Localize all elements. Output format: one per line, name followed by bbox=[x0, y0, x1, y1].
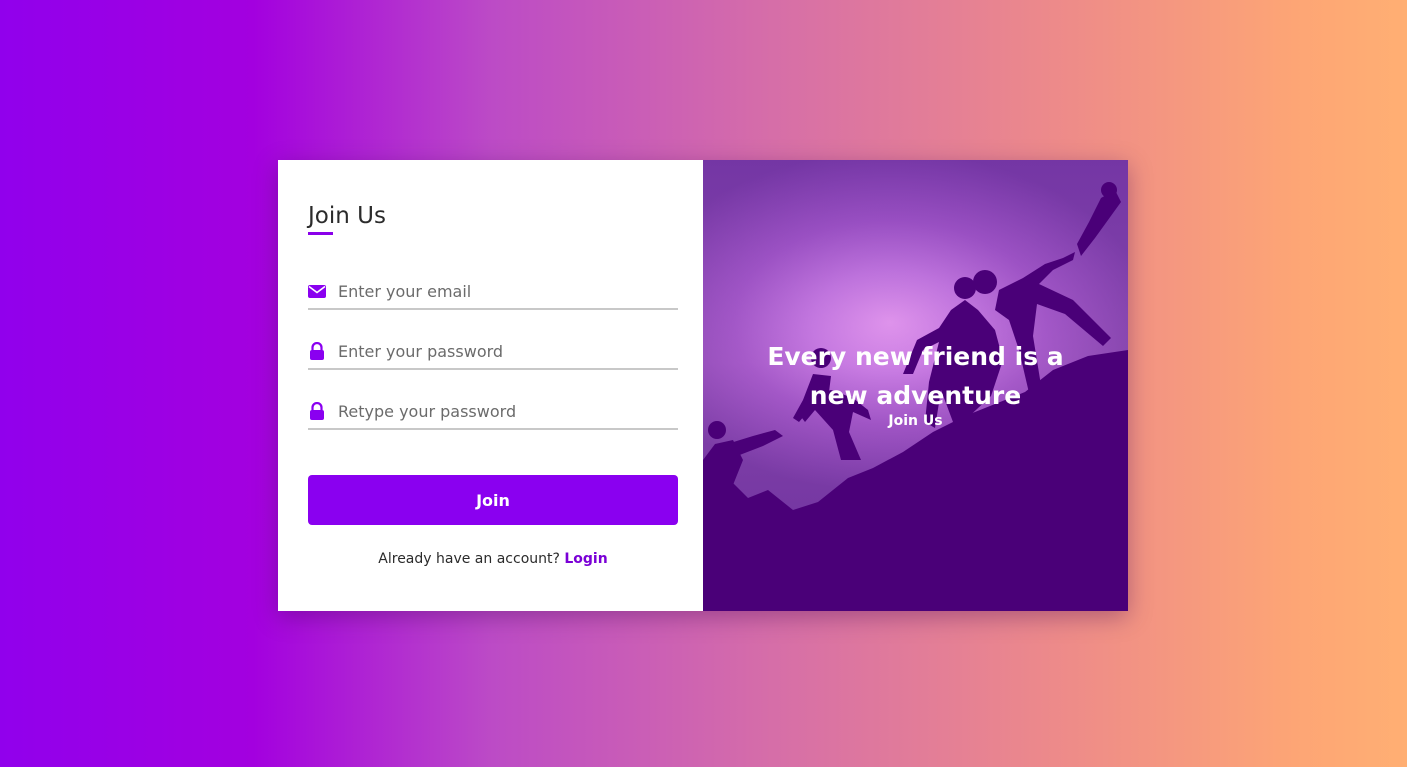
signup-form-panel: Join Us Join Already have an bbox=[278, 160, 703, 611]
form-title: Join Us bbox=[308, 203, 386, 229]
login-prompt-text: Already have an account? bbox=[378, 551, 560, 567]
hero-text-block: Every new friend is a new adventure Join… bbox=[743, 337, 1088, 429]
email-input[interactable] bbox=[338, 278, 668, 304]
join-button[interactable]: Join bbox=[308, 475, 678, 525]
login-prompt: Already have an account? Login bbox=[308, 551, 678, 567]
retype-password-field bbox=[308, 390, 678, 430]
password-field bbox=[308, 330, 678, 370]
title-underline bbox=[308, 232, 333, 235]
lock-icon bbox=[310, 402, 324, 420]
envelope-icon bbox=[308, 285, 326, 298]
hero-image-panel: Every new friend is a new adventure Join… bbox=[703, 160, 1128, 611]
hero-title: Every new friend is a new adventure bbox=[767, 342, 1064, 410]
lock-icon bbox=[310, 342, 324, 360]
login-link[interactable]: Login bbox=[564, 551, 607, 567]
hero-subtitle: Join Us bbox=[888, 413, 943, 429]
password-input[interactable] bbox=[338, 338, 668, 364]
email-field bbox=[308, 270, 678, 310]
retype-password-input[interactable] bbox=[338, 398, 668, 424]
signup-card: Join Us Join Already have an bbox=[278, 160, 1128, 611]
